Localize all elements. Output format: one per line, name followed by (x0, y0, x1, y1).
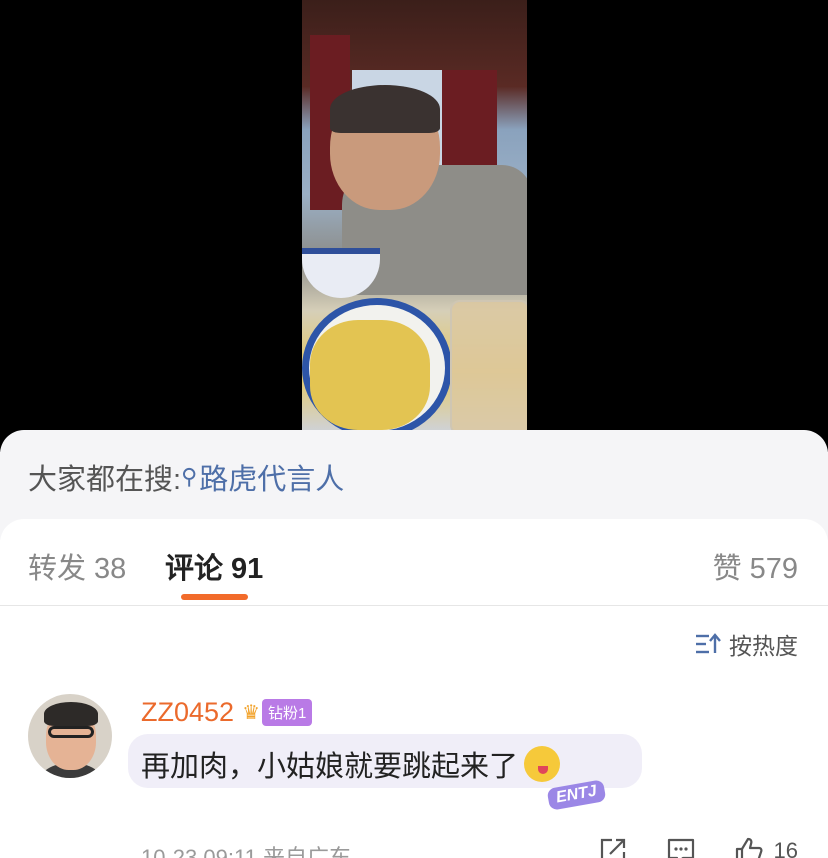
search-hint: 大家都在搜: ⚲ 路虎代言人 (28, 456, 344, 498)
comment-time: 10-23 09:11 (141, 845, 257, 858)
search-icon: ⚲ (181, 464, 198, 489)
avatar[interactable] (28, 694, 112, 778)
food (310, 320, 430, 430)
sort-button[interactable]: 按热度 (695, 627, 798, 661)
avatar-glasses (48, 726, 94, 738)
username[interactable]: ZZ0452 (141, 697, 234, 728)
person-hair (330, 85, 440, 133)
comments-panel: 转发 38 评论 91 赞 579 按热度 ZZ0452 ♛ 钻粉1 再加肉，小… (0, 519, 828, 858)
tab-repost[interactable]: 转发 38 (28, 545, 126, 587)
avatar-hair (44, 702, 98, 726)
comment-meta: 10-23 09:11 来自广东 (141, 840, 351, 858)
comment-actions: 16 (560, 836, 798, 858)
video-player[interactable] (0, 0, 828, 452)
fan-badge[interactable]: 钻粉1 (262, 699, 313, 726)
tab-count: 91 (231, 553, 264, 585)
comment-icon[interactable] (666, 836, 696, 858)
sort-label: 按热度 (729, 633, 798, 659)
search-hint-keyword-link[interactable]: ⚲ 路虎代言人 (181, 456, 344, 498)
like-icon[interactable] (734, 836, 764, 858)
sort-icon (696, 633, 721, 654)
share-icon[interactable] (598, 836, 628, 858)
tab-label: 评论 (165, 553, 224, 585)
video-frame[interactable] (302, 0, 527, 432)
tab-count: 38 (94, 553, 127, 585)
glass (450, 300, 527, 432)
comment-source: 来自广东 (262, 845, 351, 858)
tab-comments[interactable]: 评论 91 (165, 545, 263, 587)
like-count: 16 (773, 838, 798, 858)
tab-bar: 转发 38 评论 91 赞 579 (0, 519, 828, 606)
tab-likes[interactable]: 赞 579 (713, 545, 798, 587)
comment-text: 再加肉，小姑娘就要跳起来了 (141, 751, 519, 783)
comment-user: ZZ0452 ♛ 钻粉1 (141, 697, 313, 728)
crown-icon: ♛ (242, 702, 260, 724)
tab-label: 转发 (28, 553, 87, 585)
tab-count: 579 (749, 553, 798, 585)
emoji-icon (524, 746, 561, 782)
search-hint-keyword: 路虎代言人 (199, 464, 345, 496)
comment-body: 再加肉，小姑娘就要跳起来了 (141, 743, 561, 785)
search-hint-prefix: 大家都在搜: (28, 464, 182, 496)
tab-label: 赞 (712, 553, 742, 585)
active-tab-indicator (181, 594, 248, 600)
